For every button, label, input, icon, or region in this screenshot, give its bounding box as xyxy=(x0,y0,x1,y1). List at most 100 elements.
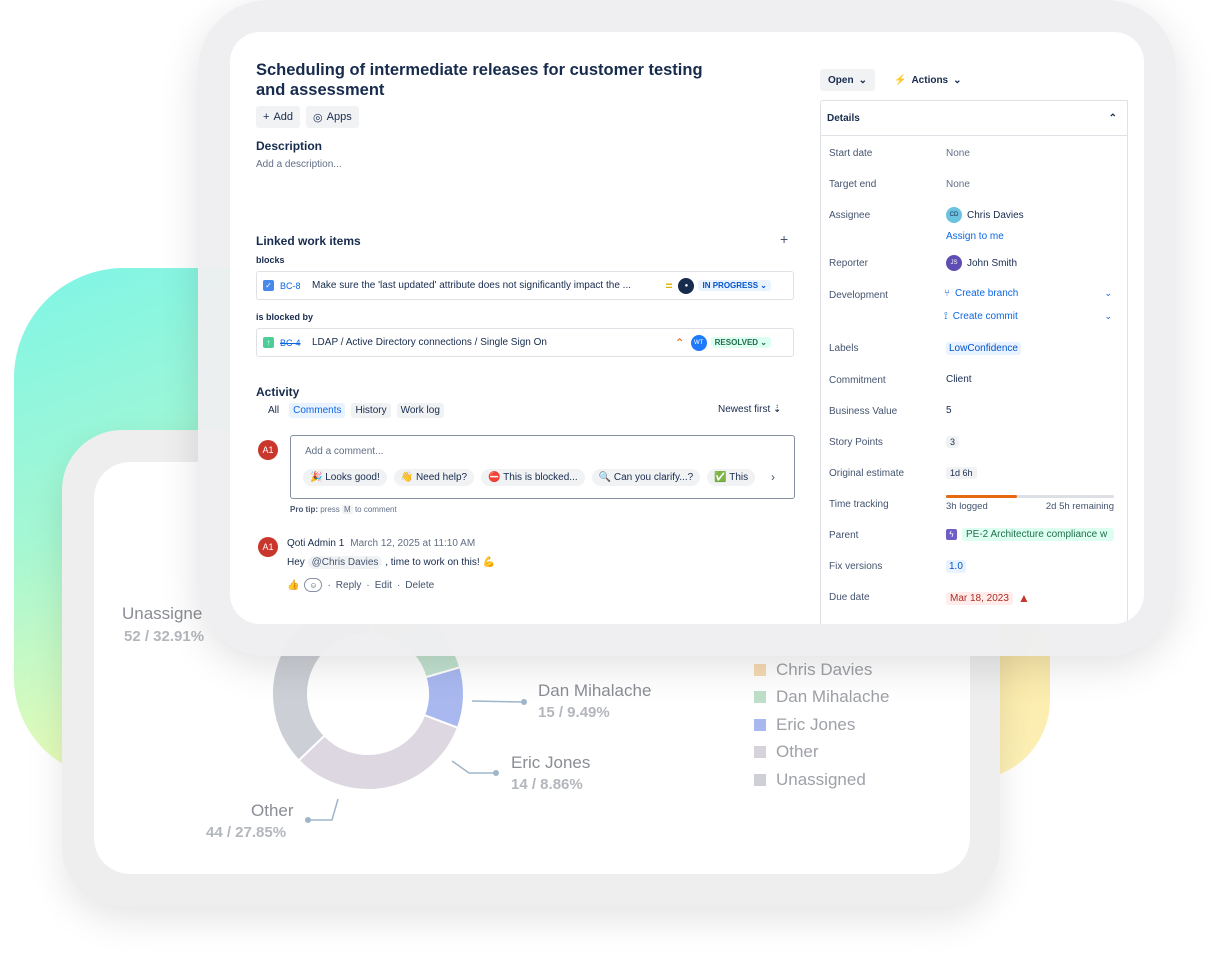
fix-versions-value[interactable]: 1.0 xyxy=(946,560,966,573)
user-mention[interactable]: @Chris Davies xyxy=(307,556,383,569)
label-tag[interactable]: LowConfidence xyxy=(946,342,1021,355)
commitment-value[interactable]: Client xyxy=(946,374,972,385)
leader-dot xyxy=(521,699,527,705)
quick-reply-chip[interactable]: 🎉 Looks good! xyxy=(303,469,387,486)
start-date-value[interactable]: None xyxy=(946,148,970,159)
thumbs-up-icon[interactable]: 👍 xyxy=(287,580,299,591)
labels-value[interactable]: LowConfidence xyxy=(946,342,1021,355)
status-label: Open xyxy=(828,74,854,86)
comment-editor[interactable]: Add a comment... 🎉 Looks good! 👋 Need he… xyxy=(290,435,795,499)
field-label: Start date xyxy=(829,148,873,159)
add-link-icon[interactable]: + xyxy=(780,231,788,247)
edit-button[interactable]: Edit xyxy=(375,580,392,591)
linked-item-summary[interactable]: LDAP / Active Directory connections / Si… xyxy=(312,337,667,348)
linked-item-key[interactable]: BC-4 xyxy=(280,338,308,348)
apps-icon: ◎ xyxy=(313,111,323,124)
due-date-value[interactable]: Mar 18, 2023 ▲ xyxy=(946,591,1030,605)
improvement-type-icon: ↑ xyxy=(263,337,274,348)
reporter-name: John Smith xyxy=(967,257,1018,269)
tab-work-log[interactable]: Work log xyxy=(396,403,444,418)
legend-item: Dan Mihalache xyxy=(754,684,889,712)
chart-value-eric: 14 / 8.86% xyxy=(511,776,583,793)
chevron-down-icon: ⌄ xyxy=(953,74,962,86)
status-dropdown[interactable]: Open ⌄ xyxy=(820,69,875,91)
comment-date[interactable]: March 12, 2025 at 11:10 AM xyxy=(350,538,475,549)
details-heading: Details xyxy=(827,112,860,124)
quick-reply-chip[interactable]: 👋 Need help? xyxy=(393,469,475,486)
linked-item-row[interactable]: ✓ BC-8 Make sure the 'last updated' attr… xyxy=(256,271,794,300)
story-points-value[interactable]: 3 xyxy=(946,436,960,448)
leader-dot xyxy=(305,817,311,823)
field-label: Commitment xyxy=(829,375,886,386)
description-field[interactable]: Add a description... xyxy=(256,159,342,170)
assignee-name: Chris Davies xyxy=(967,209,1024,221)
details-header[interactable]: Details ⌃ xyxy=(821,101,1127,136)
chevron-right-icon[interactable]: › xyxy=(771,470,775,484)
business-value[interactable]: 5 xyxy=(946,405,952,416)
legend-swatch xyxy=(754,746,766,759)
field-label: Time tracking xyxy=(829,499,889,510)
version-tag[interactable]: 1.0 xyxy=(946,560,966,573)
add-reaction-icon[interactable]: ☺ xyxy=(304,578,323,592)
linked-items-heading: Linked work items xyxy=(256,234,361,248)
time-logged: 3h logged xyxy=(946,501,988,512)
create-branch-label: Create branch xyxy=(955,288,1019,299)
priority-medium-icon: = xyxy=(665,278,673,293)
description-heading: Description xyxy=(256,139,323,153)
assignee-value[interactable]: CD Chris Davies xyxy=(946,207,1024,223)
time-remaining: 2d 5h remaining xyxy=(1045,501,1114,512)
quick-reply-chip[interactable]: ⛔ This is blocked... xyxy=(481,469,585,486)
comment-author-avatar[interactable]: A1 xyxy=(258,537,278,557)
legend-label: Dan Mihalache xyxy=(776,687,890,707)
parent-value[interactable]: ϟ PE-2 Architecture compliance w xyxy=(946,528,1114,541)
create-commit-button[interactable]: ⟟ Create commit ⌄ xyxy=(944,311,1112,322)
quick-reply-chip[interactable]: 🔍 Can you clarify...? xyxy=(591,469,701,486)
sort-label: Newest first xyxy=(718,404,771,415)
warning-icon: ▲ xyxy=(1017,591,1030,605)
leader-line xyxy=(308,798,339,821)
status-lozenge-label: RESOLVED xyxy=(714,338,759,347)
assign-to-me-link[interactable]: Assign to me xyxy=(946,231,1004,242)
status-lozenge[interactable]: RESOLVED ⌄ xyxy=(710,337,771,348)
tab-comments[interactable]: Comments xyxy=(289,403,346,418)
target-end-value[interactable]: None xyxy=(946,179,970,190)
pro-tip-press: press xyxy=(320,505,340,514)
quick-reply-chip[interactable]: ✅ This xyxy=(707,469,756,486)
status-lozenge[interactable]: IN PROGRESS ⌄ xyxy=(698,280,771,291)
assignee-avatar: CD xyxy=(946,207,962,223)
linked-item-row[interactable]: ↑ BC-4 LDAP / Active Directory connectio… xyxy=(256,328,794,357)
tab-all[interactable]: All xyxy=(264,403,283,418)
time-tracking-bar[interactable] xyxy=(946,495,1114,498)
chevron-up-icon[interactable]: ⌃ xyxy=(1109,113,1117,124)
pro-tip-label: Pro tip: xyxy=(290,505,318,514)
original-estimate-value[interactable]: 1d 6h xyxy=(946,467,977,479)
issue-main-column: Scheduling of intermediate releases for … xyxy=(256,60,796,128)
pro-tip: Pro tip: press M to comment xyxy=(290,505,397,514)
linked-item-key[interactable]: BC-8 xyxy=(280,281,308,291)
assignee-avatar[interactable]: ● xyxy=(678,277,695,294)
issue-title[interactable]: Scheduling of intermediate releases for … xyxy=(256,60,736,100)
delete-button[interactable]: Delete xyxy=(405,580,434,591)
comment-body: Hey @Chris Davies , time to work on this… xyxy=(287,556,495,569)
field-label: Reporter xyxy=(829,258,868,269)
quick-reply-chips: 🎉 Looks good! 👋 Need help? ⛔ This is blo… xyxy=(303,469,773,486)
reply-button[interactable]: Reply xyxy=(336,580,362,591)
create-branch-button[interactable]: ⑂ Create branch ⌄ xyxy=(944,288,1112,299)
comment-input[interactable]: Add a comment... xyxy=(305,446,383,457)
leader-line xyxy=(471,700,525,703)
sort-toggle[interactable]: Newest first ⇣ xyxy=(718,404,781,415)
chart-value-dan: 15 / 9.49% xyxy=(538,704,610,721)
blocks-label: blocks xyxy=(256,255,285,265)
assignee-avatar[interactable]: WT xyxy=(690,334,707,351)
donut-slice[interactable] xyxy=(297,713,460,791)
reporter-value[interactable]: JS John Smith xyxy=(946,255,1017,271)
field-label: Story Points xyxy=(829,437,883,448)
actions-dropdown[interactable]: ⚡ Actions ⌄ xyxy=(886,69,970,91)
tab-history[interactable]: History xyxy=(351,403,391,418)
apps-button[interactable]: ◎ Apps xyxy=(306,106,359,128)
linked-item-summary[interactable]: Make sure the 'last updated' attribute d… xyxy=(312,280,657,291)
time-tracking-fill xyxy=(946,495,1017,498)
comment-author[interactable]: Qoti Admin 1 xyxy=(287,538,344,549)
add-button[interactable]: + Add xyxy=(256,106,301,128)
parent-link[interactable]: PE-2 Architecture compliance w xyxy=(962,528,1114,541)
